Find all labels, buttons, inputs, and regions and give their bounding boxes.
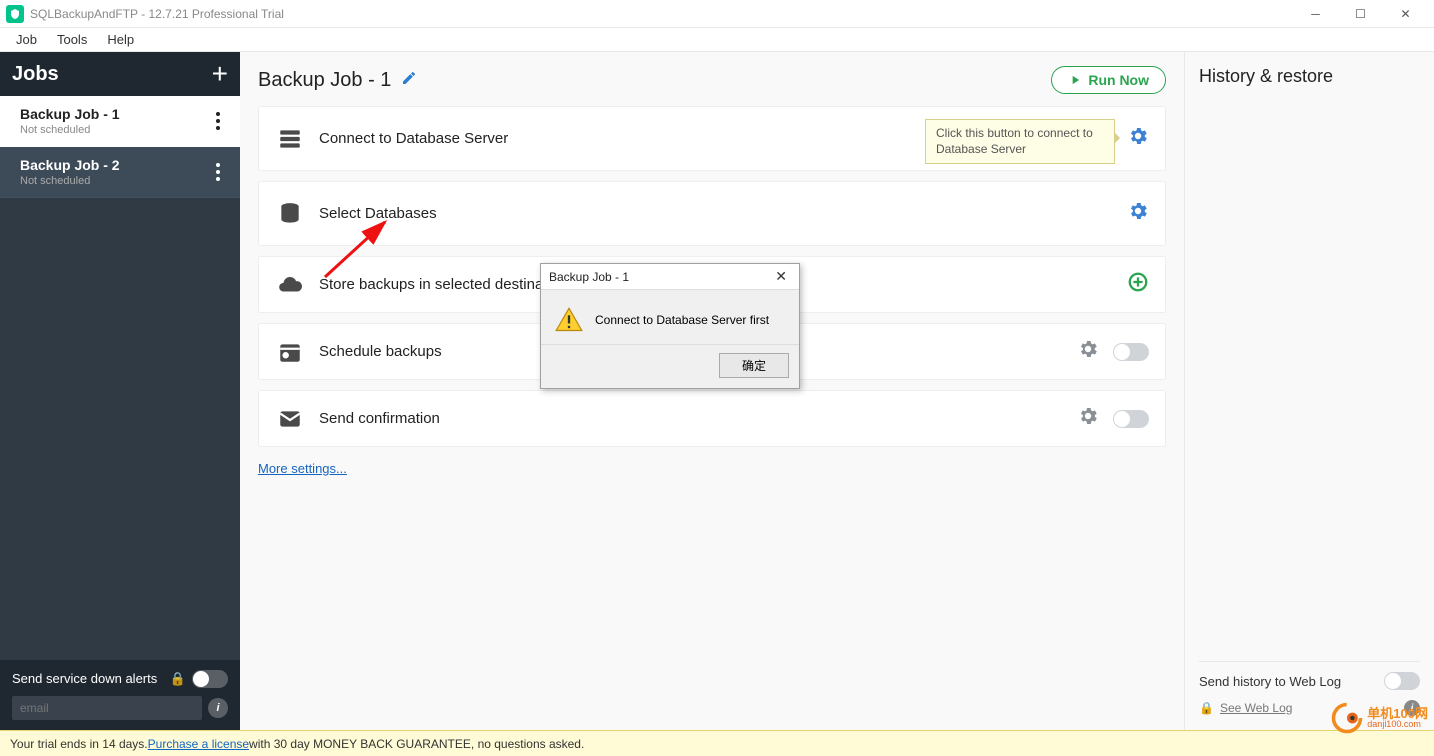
- step-confirm[interactable]: Send confirmation: [258, 390, 1166, 447]
- calendar-icon: [275, 339, 305, 365]
- close-button[interactable]: ✕: [1383, 0, 1428, 28]
- center-panel: Backup Job - 1 Run Now Connect to Databa…: [240, 52, 1184, 730]
- step-label: Schedule backups: [319, 343, 442, 360]
- job-heading: Backup Job - 1: [258, 69, 391, 92]
- footer-prefix: Your trial ends in 14 days.: [10, 737, 148, 751]
- warning-icon: [555, 306, 583, 334]
- connect-tooltip: Click this button to connect to Database…: [925, 119, 1115, 164]
- footer-suffix: with 30 day MONEY BACK GUARANTEE, no que…: [249, 737, 584, 751]
- database-icon: [275, 201, 305, 227]
- titlebar: SQLBackupAndFTP - 12.7.21 Professional T…: [0, 0, 1434, 28]
- schedule-toggle[interactable]: [1113, 343, 1149, 361]
- step-label: Send confirmation: [319, 410, 440, 427]
- sidebar-bottom: Send service down alerts 🔒 i: [0, 660, 240, 730]
- alerts-label: Send service down alerts: [12, 671, 164, 687]
- history-panel: History & restore Send history to Web Lo…: [1184, 52, 1434, 730]
- gear-icon[interactable]: [1077, 405, 1099, 432]
- history-title: History & restore: [1199, 66, 1420, 87]
- watermark: 单机100网 danji100.com: [1329, 700, 1428, 736]
- more-settings-link[interactable]: More settings...: [258, 461, 1166, 476]
- dialog-ok-button[interactable]: 确定: [719, 353, 789, 378]
- send-history-toggle[interactable]: [1384, 672, 1420, 690]
- gear-icon[interactable]: [1127, 125, 1149, 152]
- watermark-icon: [1329, 700, 1365, 736]
- minimize-button[interactable]: ─: [1293, 0, 1338, 28]
- gear-icon[interactable]: [1127, 200, 1149, 227]
- step-connect[interactable]: Connect to Database Server Click this bu…: [258, 106, 1166, 171]
- sidebar-title: Jobs: [12, 63, 59, 86]
- jobs-sidebar: Jobs + Backup Job - 1 Not scheduled Back…: [0, 52, 240, 730]
- run-now-label: Run Now: [1088, 72, 1149, 88]
- alerts-toggle[interactable]: [192, 670, 228, 688]
- sidebar-header: Jobs +: [0, 52, 240, 96]
- job-sub: Not scheduled: [20, 175, 210, 187]
- step-select-db[interactable]: Select Databases: [258, 181, 1166, 246]
- add-job-button[interactable]: +: [212, 58, 228, 90]
- lock-icon: 🔒: [170, 671, 186, 687]
- job-item-2[interactable]: Backup Job - 2 Not scheduled: [0, 147, 240, 198]
- run-now-button[interactable]: Run Now: [1051, 66, 1166, 94]
- add-destination-icon[interactable]: [1127, 271, 1149, 298]
- job-menu-icon[interactable]: [210, 108, 226, 134]
- job-title: Backup Job - 1: [20, 106, 210, 122]
- lock-icon: 🔒: [1199, 701, 1214, 715]
- dialog-message: Connect to Database Server first: [595, 313, 769, 327]
- maximize-button[interactable]: ☐: [1338, 0, 1383, 28]
- menu-help[interactable]: Help: [97, 30, 144, 49]
- dialog-close-icon[interactable]: ✕: [771, 268, 791, 285]
- info-icon[interactable]: i: [208, 698, 228, 718]
- window-title: SQLBackupAndFTP - 12.7.21 Professional T…: [30, 7, 284, 21]
- step-label: Select Databases: [319, 205, 437, 222]
- gear-icon[interactable]: [1077, 338, 1099, 365]
- trial-footer: Your trial ends in 14 days. Purchase a l…: [0, 730, 1434, 756]
- dialog-title: Backup Job - 1: [549, 270, 771, 284]
- edit-icon[interactable]: [401, 70, 417, 91]
- menu-job[interactable]: Job: [6, 30, 47, 49]
- alerts-email-input[interactable]: [12, 696, 202, 720]
- send-history-label: Send history to Web Log: [1199, 674, 1384, 689]
- confirm-toggle[interactable]: [1113, 410, 1149, 428]
- cloud-icon: [275, 272, 305, 298]
- watermark-line2: danji100.com: [1367, 720, 1428, 729]
- menubar: Job Tools Help: [0, 28, 1434, 52]
- warning-dialog: Backup Job - 1 ✕ Connect to Database Ser…: [540, 263, 800, 389]
- job-menu-icon[interactable]: [210, 159, 226, 185]
- mail-icon: [275, 406, 305, 432]
- app-icon: [6, 5, 24, 23]
- menu-tools[interactable]: Tools: [47, 30, 97, 49]
- step-label: Connect to Database Server: [319, 130, 508, 147]
- job-item-1[interactable]: Backup Job - 1 Not scheduled: [0, 96, 240, 147]
- job-title: Backup Job - 2: [20, 157, 210, 173]
- purchase-link[interactable]: Purchase a license: [148, 737, 249, 751]
- job-sub: Not scheduled: [20, 124, 210, 136]
- server-icon: [275, 126, 305, 152]
- step-label: Store backups in selected destinations: [319, 276, 575, 293]
